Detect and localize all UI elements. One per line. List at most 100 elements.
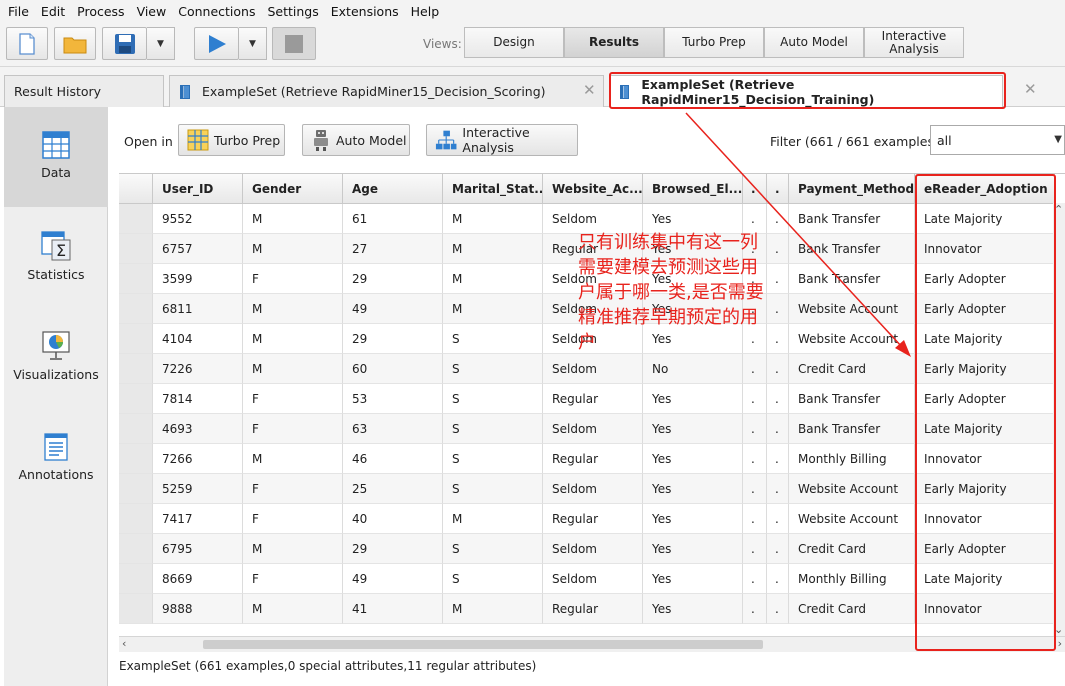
table-cell-website-activity: Seldom	[543, 474, 643, 504]
column-header-gender[interactable]: Gender	[243, 174, 343, 204]
table-row[interactable]: 7226 M 60 S Seldom No.. Credit Card Early Major…	[119, 354, 1065, 384]
scroll-thumb[interactable]	[203, 640, 763, 649]
horizontal-scrollbar[interactable]: ‹ ›	[119, 636, 1065, 652]
stop-process-button[interactable]	[272, 27, 316, 60]
tab-exampleset-scoring[interactable]: ExampleSet (Retrieve RapidMiner15_Decisi…	[169, 75, 604, 107]
status-bar: ExampleSet (661 examples,0 special attri…	[119, 659, 537, 673]
menu-edit[interactable]: Edit	[41, 4, 65, 19]
column-header-col-b[interactable]: .	[767, 174, 789, 204]
table-row[interactable]: 6795 M 29 S Seldom Yes.. Credit Card Early Adop…	[119, 534, 1065, 564]
scroll-up-icon[interactable]: ⌃	[1054, 203, 1063, 216]
table-row[interactable]: 5259 F 25 S Seldom Yes.. Website Account Early …	[119, 474, 1065, 504]
row-index-cell	[119, 294, 153, 324]
table-cell-ereader-adoption: Early Adopter	[915, 534, 1055, 564]
view-design-button[interactable]: Design	[464, 27, 564, 58]
open-auto-model-button[interactable]: Auto Model	[302, 124, 410, 156]
table-cell-marital-status: M	[443, 594, 543, 624]
sidebar-item-statistics[interactable]: Σ Statistics	[4, 207, 108, 307]
table-row[interactable]: 7814 F 53 S Regular Yes.. Bank Transfer Early A…	[119, 384, 1065, 414]
table-cell-ereader-adoption: Early Adopter	[915, 294, 1055, 324]
menu-help[interactable]: Help	[411, 4, 440, 19]
table-cell-col-a: .	[743, 354, 767, 384]
table-cell-col-b: .	[767, 534, 789, 564]
table-cell-browsed-ebooks: No	[643, 354, 743, 384]
filter-select[interactable]: all ▼	[930, 125, 1065, 155]
table-cell-gender: F	[243, 384, 343, 414]
sidebar-item-annotations[interactable]: Annotations	[4, 407, 108, 507]
view-turbo-prep-button[interactable]: Turbo Prep	[664, 27, 764, 58]
view-auto-model-button[interactable]: Auto Model	[764, 27, 864, 58]
view-results-button[interactable]: Results	[564, 27, 664, 58]
table-cell-user-id: 9888	[153, 594, 243, 624]
open-process-button[interactable]	[54, 27, 96, 60]
column-header-user-id[interactable]: User_ID	[153, 174, 243, 204]
menu-file[interactable]: File	[8, 4, 29, 19]
close-icon[interactable]: ✕	[1024, 80, 1037, 98]
vertical-scrollbar[interactable]: ⌃ ⌄	[1053, 203, 1065, 636]
sidebar-item-visualizations[interactable]: Visualizations	[4, 307, 108, 407]
table-cell-user-id: 6757	[153, 234, 243, 264]
save-process-button[interactable]	[102, 27, 147, 60]
table-row[interactable]: 4693 F 63 S Seldom Yes.. Bank Transfer Late Maj…	[119, 414, 1065, 444]
table-cell-payment-method: Website Account	[789, 294, 915, 324]
table-cell-website-activity: Seldom	[543, 564, 643, 594]
table-cell-age: 25	[343, 474, 443, 504]
table-cell-payment-method: Monthly Billing	[789, 564, 915, 594]
run-process-button[interactable]	[194, 27, 239, 60]
table-cell-ereader-adoption: Innovator	[915, 594, 1055, 624]
column-header-col-a[interactable]: .	[743, 174, 767, 204]
scroll-left-icon[interactable]: ‹	[122, 637, 126, 650]
column-header-marital-status[interactable]: Marital_Stat...	[443, 174, 543, 204]
menu-extensions[interactable]: Extensions	[331, 4, 399, 19]
run-dropdown-button[interactable]: ▼	[239, 27, 267, 60]
tab-label: Result History	[14, 84, 102, 99]
table-cell-payment-method: Bank Transfer	[789, 384, 915, 414]
table-cell-marital-status: S	[443, 324, 543, 354]
table-cell-col-a: .	[743, 564, 767, 594]
table-row[interactable]: 7417 F 40 M Regular Yes.. Website Account Innov…	[119, 504, 1065, 534]
new-process-button[interactable]	[6, 27, 48, 60]
tab-exampleset-training[interactable]: ExampleSet (Retrieve RapidMiner15_Decisi…	[609, 75, 1003, 107]
sidebar-item-data[interactable]: Data	[4, 107, 108, 207]
table-cell-col-a: .	[743, 384, 767, 414]
column-header-ereader-adoption[interactable]: eReader_Adoption	[915, 174, 1055, 204]
close-icon[interactable]: ✕	[583, 81, 596, 99]
table-cell-website-activity: Regular	[543, 504, 643, 534]
menu-process[interactable]: Process	[77, 4, 124, 19]
row-index-cell	[119, 234, 153, 264]
table-row[interactable]: 8669 F 49 S Seldom Yes.. Monthly Billing Late M…	[119, 564, 1065, 594]
tab-label: ExampleSet (Retrieve RapidMiner15_Decisi…	[641, 76, 875, 107]
scroll-down-icon[interactable]: ⌄	[1054, 623, 1063, 636]
column-header-website-activity[interactable]: Website_Ac...	[543, 174, 643, 204]
menu-view[interactable]: View	[137, 4, 167, 19]
column-header-browsed-ebooks[interactable]: Browsed_El...	[643, 174, 743, 204]
sigma-icon: Σ	[41, 231, 71, 261]
table-cell-col-b: .	[767, 474, 789, 504]
table-cell-ereader-adoption: Late Majority	[915, 414, 1055, 444]
open-interactive-analysis-button[interactable]: Interactive Analysis	[426, 124, 578, 156]
table-cell-age: 27	[343, 234, 443, 264]
column-header-payment-method[interactable]: Payment_Method	[789, 174, 915, 204]
row-index-header	[119, 174, 153, 204]
save-dropdown-button[interactable]: ▼	[147, 27, 175, 60]
tab-result-history[interactable]: Result History	[4, 75, 164, 107]
menu-settings[interactable]: Settings	[267, 4, 318, 19]
table-row[interactable]: 9888 M 41 M Regular Yes.. Credit Card Innovator	[119, 594, 1065, 624]
table-cell-col-b: .	[767, 354, 789, 384]
scroll-right-icon[interactable]: ›	[1058, 637, 1062, 650]
column-header-age[interactable]: Age	[343, 174, 443, 204]
tab-label: ExampleSet (Retrieve RapidMiner15_Decisi…	[202, 84, 546, 99]
row-index-cell	[119, 384, 153, 414]
table-cell-marital-status: S	[443, 534, 543, 564]
table-cell-marital-status: M	[443, 504, 543, 534]
table-cell-website-activity: Seldom	[543, 354, 643, 384]
table-cell-marital-status: S	[443, 564, 543, 594]
table-cell-ereader-adoption: Innovator	[915, 444, 1055, 474]
table-cell-marital-status: M	[443, 204, 543, 234]
open-turbo-prep-button[interactable]: Turbo Prep	[178, 124, 285, 156]
table-row[interactable]: 7266 M 46 S Regular Yes.. Monthly Billing Innov…	[119, 444, 1065, 474]
table-cell-col-a: .	[743, 474, 767, 504]
menu-connections[interactable]: Connections	[178, 4, 255, 19]
view-interactive-analysis-button[interactable]: Interactive Analysis	[864, 27, 964, 58]
chevron-down-icon: ▼	[157, 38, 164, 49]
